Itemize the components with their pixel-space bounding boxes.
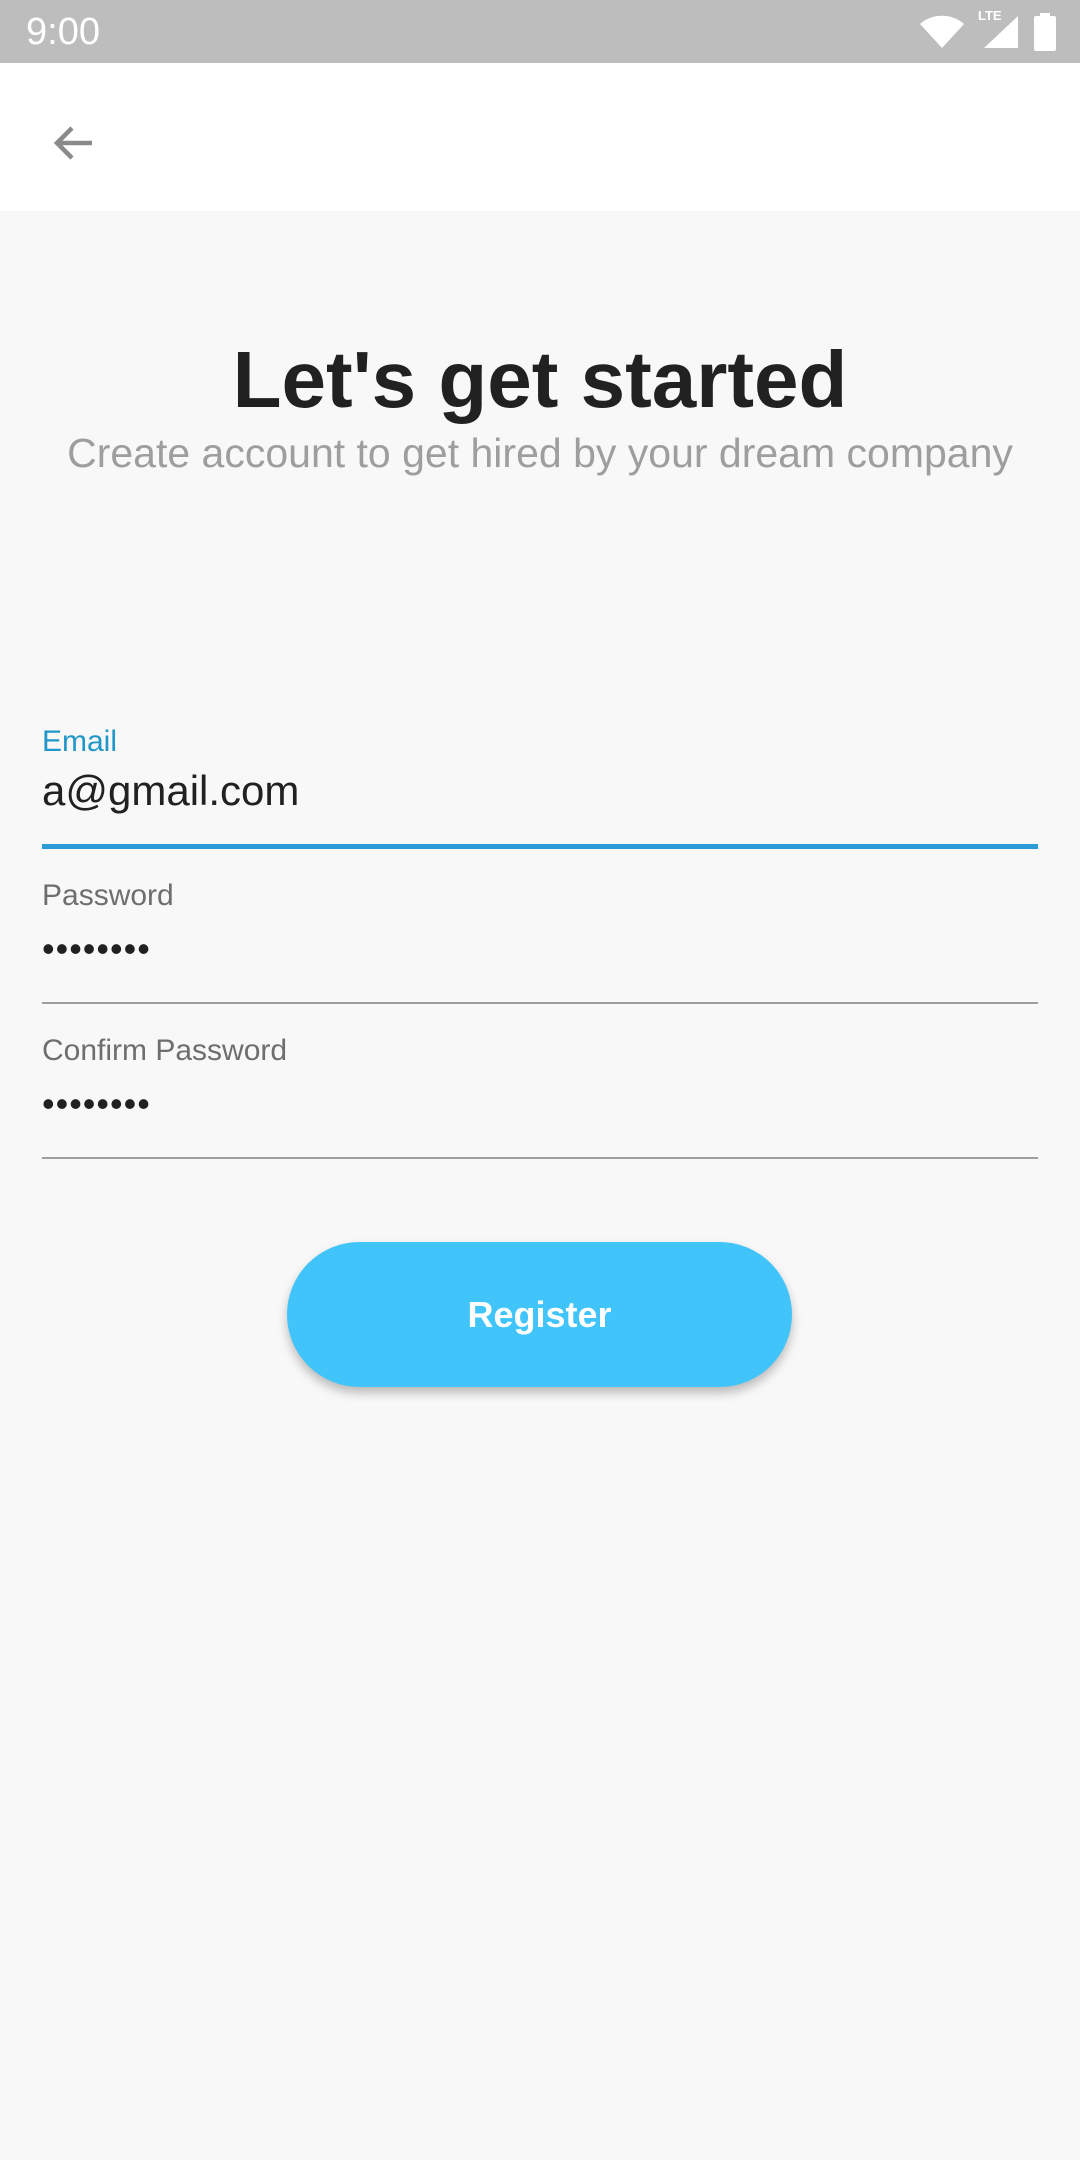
status-icons: LTE (918, 8, 1056, 52)
email-field[interactable]: Email a@gmail.com (42, 724, 1038, 852)
back-button[interactable] (34, 105, 114, 185)
page-subtitle: Create account to get hired by your drea… (67, 430, 1013, 476)
cellular-signal-icon: LTE (978, 8, 1020, 50)
email-label: Email (42, 725, 118, 758)
wifi-icon (918, 14, 966, 50)
page-title: Let's get started (232, 335, 848, 424)
status-bar: 9:00 LTE (0, 0, 1080, 63)
arrow-left-icon (50, 119, 98, 172)
confirm-password-field[interactable]: Confirm Password •••••••• (42, 1033, 1038, 1161)
app-bar (0, 63, 1080, 211)
network-type-label: LTE (978, 8, 1002, 23)
password-label: Password (42, 879, 174, 912)
confirm-password-input[interactable]: •••••••• (42, 1079, 151, 1129)
password-underline (42, 1002, 1038, 1004)
password-field[interactable]: Password •••••••• (42, 878, 1038, 1006)
email-underline (42, 844, 1038, 849)
register-button[interactable]: Register (287, 1242, 792, 1387)
email-input[interactable]: a@gmail.com (42, 766, 299, 816)
status-time: 9:00 (26, 11, 100, 53)
confirm-password-underline (42, 1157, 1038, 1159)
battery-icon (1034, 13, 1056, 51)
password-input[interactable]: •••••••• (42, 924, 151, 974)
confirm-password-label: Confirm Password (42, 1034, 288, 1067)
